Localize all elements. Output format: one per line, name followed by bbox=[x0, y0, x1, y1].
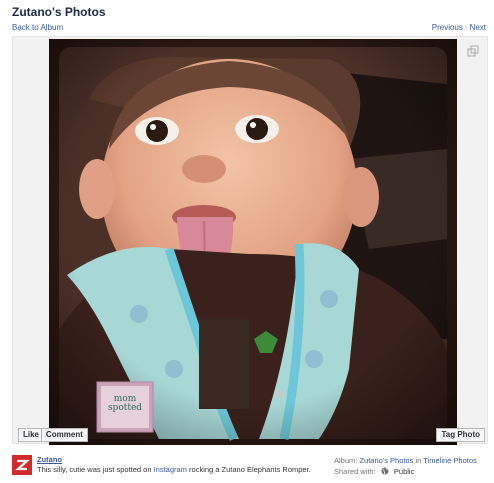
back-to-album-link[interactable]: Back to Album bbox=[12, 23, 63, 32]
privacy-value[interactable]: Public bbox=[394, 467, 414, 476]
poster-name-link[interactable]: Zutano bbox=[37, 455, 62, 464]
baby-photo-illustration bbox=[49, 39, 457, 445]
next-link[interactable]: Next bbox=[470, 23, 486, 32]
album-link[interactable]: Zutano's Photos bbox=[359, 456, 413, 465]
expand-icon[interactable] bbox=[467, 45, 479, 57]
comment-button[interactable]: Comment bbox=[41, 428, 88, 442]
watermark-text: mom spotted bbox=[107, 394, 143, 413]
globe-icon bbox=[381, 467, 389, 475]
zutano-logo-icon bbox=[12, 455, 32, 475]
caption-text-after: rocking a Zutano Elephants Romper. bbox=[186, 465, 311, 474]
page-title: Zutano's Photos bbox=[12, 5, 106, 19]
pager-separator: · bbox=[464, 23, 468, 32]
photo-stage: mom spotted Like Comment Tag Photo bbox=[12, 36, 488, 445]
album-row: Album: Zutano's Photos in Timeline Photo… bbox=[334, 455, 477, 466]
photo-pager: Previous · Next bbox=[432, 23, 486, 32]
timeline-photos-link[interactable]: Timeline Photos bbox=[423, 456, 477, 465]
previous-link[interactable]: Previous bbox=[432, 23, 463, 32]
post-footer: Zutano This silly, cutie was just spotte… bbox=[12, 452, 488, 480]
album-label: Album: bbox=[334, 456, 358, 465]
photo-caption: This silly, cutie was just spotted on In… bbox=[37, 465, 311, 474]
album-in-text: in bbox=[413, 456, 424, 465]
avatar[interactable] bbox=[12, 455, 32, 475]
photo-meta: Album: Zutano's Photos in Timeline Photo… bbox=[334, 455, 477, 477]
photo-image[interactable]: mom spotted bbox=[49, 39, 457, 445]
shared-with-row: Shared with: Public bbox=[334, 466, 477, 477]
caption-text-before: This silly, cutie was just spotted on bbox=[37, 465, 154, 474]
shared-with-label: Shared with: bbox=[334, 467, 376, 476]
instagram-link[interactable]: Instagram bbox=[154, 465, 187, 474]
tag-photo-button[interactable]: Tag Photo bbox=[436, 428, 485, 442]
